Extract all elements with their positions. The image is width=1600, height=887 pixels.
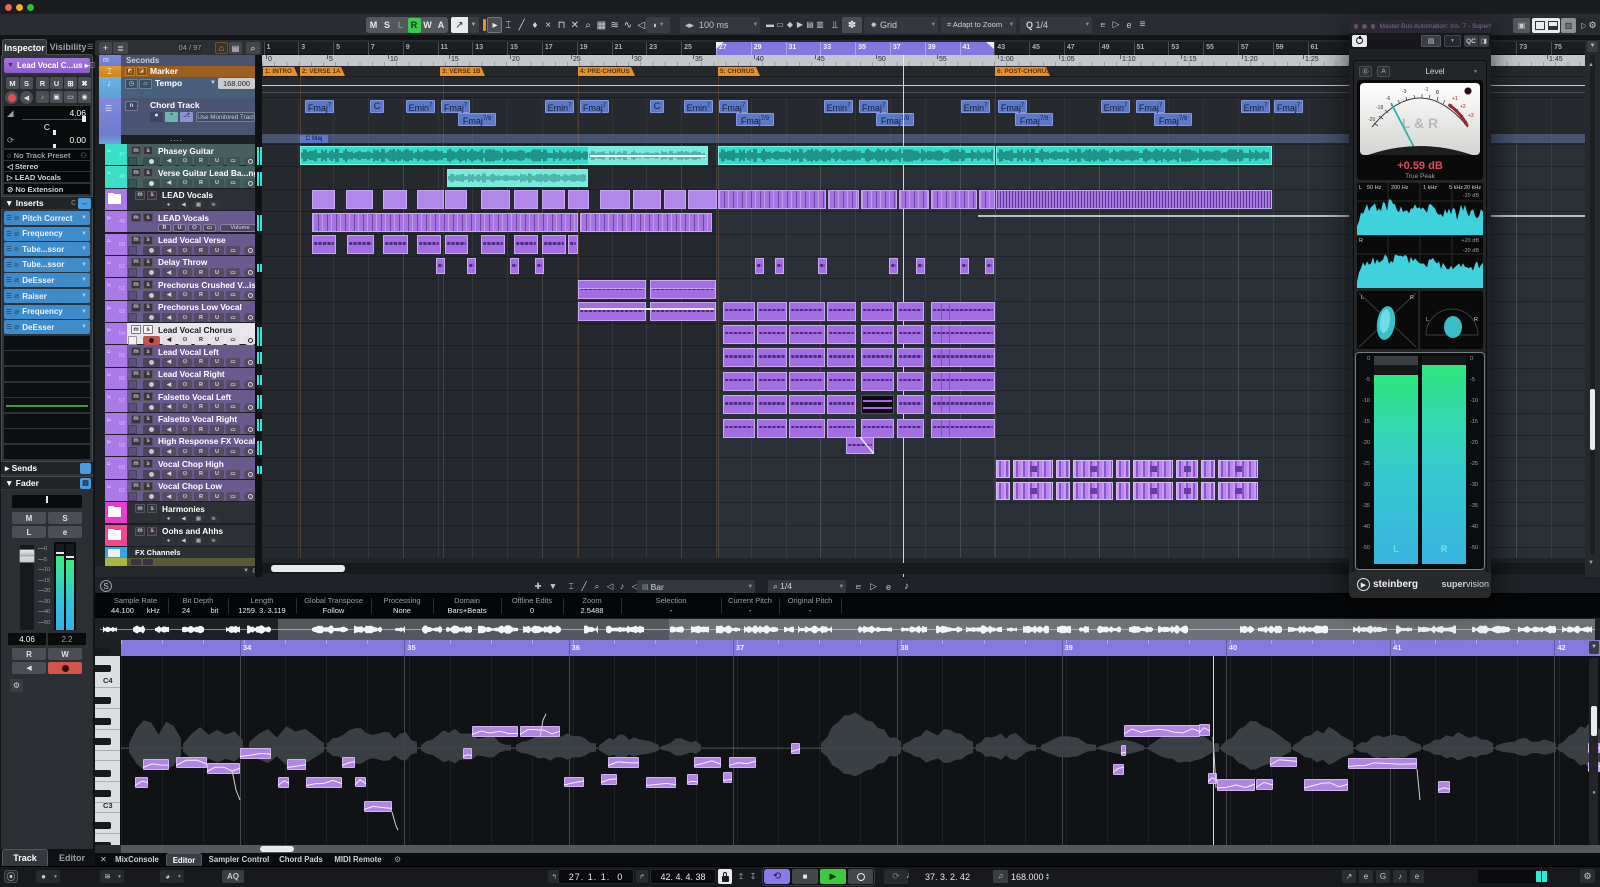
svg-text:0: 0: [1436, 90, 1439, 96]
svg-text:+1: +1: [1452, 96, 1458, 102]
svg-text:1 kHz: 1 kHz: [1423, 185, 1437, 191]
svg-text:-20: -20: [1368, 117, 1375, 123]
svg-text:-1: -1: [1424, 87, 1429, 93]
svg-text:-18: -18: [1376, 105, 1383, 111]
svg-text:-3: -3: [1402, 89, 1407, 95]
svg-text:-6: -6: [1386, 96, 1391, 102]
svg-text:5 kHz: 5 kHz: [1449, 185, 1463, 191]
svg-text:R: R: [1474, 317, 1478, 323]
svg-text:-20 dB: -20 dB: [1463, 193, 1480, 199]
svg-text:+3: +3: [1468, 113, 1474, 119]
svg-text:50 Hz: 50 Hz: [1367, 185, 1382, 191]
svg-text:+2: +2: [1460, 104, 1466, 110]
svg-text:+20 dB: +20 dB: [1461, 238, 1479, 244]
svg-text:-20 dB: -20 dB: [1463, 248, 1480, 254]
svg-text:L & R: L & R: [1402, 115, 1438, 131]
svg-text:20 kHz: 20 kHz: [1464, 185, 1481, 191]
svg-text:200 Hz: 200 Hz: [1391, 185, 1409, 191]
svg-text:R: R: [1359, 238, 1363, 244]
svg-text:L: L: [1359, 185, 1362, 191]
svg-text:L: L: [1361, 295, 1364, 301]
svg-text:L: L: [1426, 317, 1429, 323]
svg-text:R: R: [1410, 295, 1414, 301]
